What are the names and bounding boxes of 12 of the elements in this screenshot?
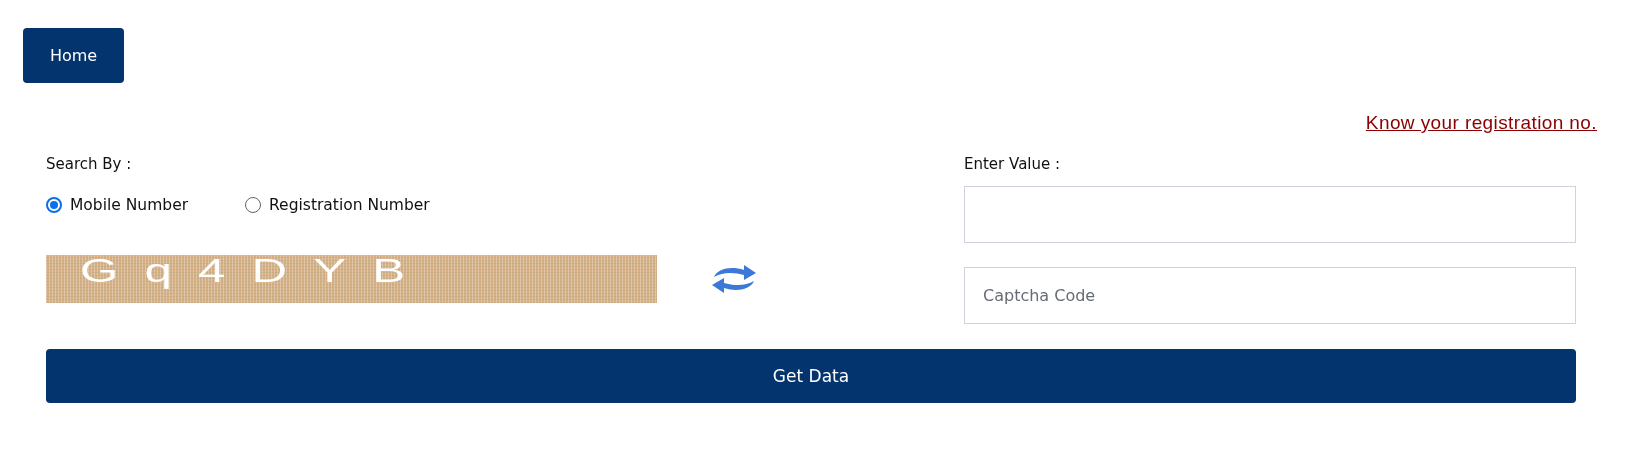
- field-label: Enter Value :: [964, 154, 1061, 174]
- value-input[interactable]: [964, 186, 1576, 243]
- refresh-icon[interactable]: [710, 263, 758, 295]
- radio-option[interactable]: Registration Number: [245, 196, 430, 214]
- get-data-button[interactable]: Get Data: [46, 349, 1576, 403]
- registration-link[interactable]: Know your registration no.: [1365, 112, 1597, 134]
- captcha-image: Gq4DYB: [46, 255, 657, 303]
- radio-button[interactable]: [46, 197, 62, 213]
- radio-option[interactable]: Mobile Number: [46, 196, 189, 214]
- home-button[interactable]: Home: [23, 28, 124, 83]
- captcha-input[interactable]: Captcha Code: [964, 267, 1576, 324]
- field-label: Search By :: [46, 154, 132, 174]
